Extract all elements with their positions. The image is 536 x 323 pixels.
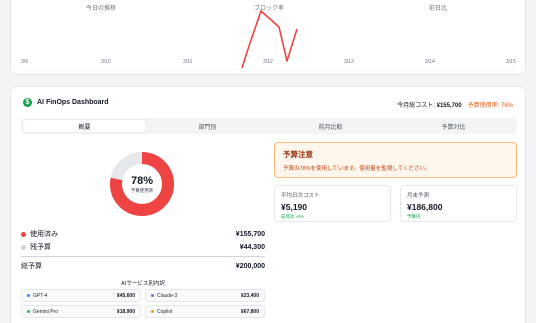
alert-message: 予算の78%を使用しています。使用量を監視してください。 xyxy=(283,166,431,172)
service-value: ¥45,600 xyxy=(116,292,135,299)
month-end-forecast-card: 月末予測 ¥186,800 予算内 xyxy=(400,185,517,222)
stat-sub: 前月比 -8% xyxy=(281,214,304,219)
trend-chart-card: 今日の推移 ブロック率 前日比 3/9 3/10 3/11 3/12 3/13 … xyxy=(10,0,526,75)
divider xyxy=(21,256,265,257)
budget-donut: 78% 予算使用率 xyxy=(108,150,176,218)
tab-bar: 概要 部門別 前月比較 予算対比 xyxy=(21,118,517,134)
service-card[interactable]: Gemini Pro ¥18,900 xyxy=(21,305,141,318)
tab-department[interactable]: 部門別 xyxy=(146,120,269,132)
remaining-value: ¥44,300 xyxy=(239,243,265,251)
chart-label-block-rate: ブロック率 xyxy=(254,6,285,12)
header-summary: 今月総コスト: ¥155,700 予算使用率: 78% xyxy=(397,100,513,109)
service-dot-icon xyxy=(151,310,154,313)
total-row: 総予算 ¥200,000 xyxy=(21,261,265,271)
tab-month-compare[interactable]: 前月比較 xyxy=(269,120,392,132)
avg-daily-cost-card: 平均日次コスト ¥5,190 前月比 -8% xyxy=(274,185,391,222)
stat-label: 月末予測 xyxy=(407,193,430,199)
x-tick: 3/12 xyxy=(263,59,273,65)
stat-label: 平均日次コスト xyxy=(281,193,320,199)
service-card[interactable]: Copilot ¥67,800 xyxy=(145,305,265,318)
stat-sub: 予算内 xyxy=(407,214,421,219)
monthly-cost-value: ¥155,700 xyxy=(436,103,462,109)
tab-overview[interactable]: 概要 xyxy=(23,120,146,132)
dashboard-title: AI FinOps Dashboard xyxy=(37,99,109,106)
used-dot-icon xyxy=(21,231,26,237)
service-dot-icon xyxy=(151,294,154,297)
service-name: Copilot xyxy=(157,308,173,315)
service-dot-icon xyxy=(27,310,30,313)
used-value: ¥155,700 xyxy=(235,230,265,238)
remaining-dot-icon xyxy=(21,244,26,250)
service-breakdown-title: AIサービス別内訳 xyxy=(121,281,165,287)
service-name: Claude-3 xyxy=(157,292,178,299)
total-label: 総予算 xyxy=(21,263,42,270)
budget-alert: 予算注意 予算の78%を使用しています。使用量を監視してください。 xyxy=(274,142,517,178)
alert-title: 予算注意 xyxy=(283,150,313,159)
x-tick: 3/14 xyxy=(425,59,435,65)
tab-budget-compare[interactable]: 予算対比 xyxy=(392,120,515,132)
service-name: GPT-4 xyxy=(33,292,48,299)
service-name: Gemini Pro xyxy=(33,308,59,315)
x-tick: 3/13 xyxy=(344,59,354,65)
dashboard-header: $ AI FinOps Dashboard xyxy=(23,98,109,107)
service-value: ¥23,400 xyxy=(240,292,259,299)
finops-dashboard-card: $ AI FinOps Dashboard 今月総コスト: ¥155,700 予… xyxy=(10,86,526,323)
x-tick: 3/10 xyxy=(101,59,111,65)
monthly-cost: 今月総コスト: ¥155,700 xyxy=(397,100,461,109)
x-tick: 3/9 xyxy=(21,59,28,65)
service-card[interactable]: Claude-3 ¥23,400 xyxy=(145,289,265,302)
monthly-cost-label: 今月総コスト: xyxy=(397,103,435,109)
dollar-icon: $ xyxy=(23,98,32,107)
donut-subtitle: 予算使用率 xyxy=(130,187,154,193)
remaining-label: 残予算 xyxy=(30,244,51,251)
x-tick: 3/15 xyxy=(506,59,516,65)
service-dot-icon xyxy=(27,294,30,297)
service-card[interactable]: GPT-4 ¥45,600 xyxy=(21,289,141,302)
budget-usage-label: 予算使用率: 78% xyxy=(467,103,513,109)
used-label: 使用済み xyxy=(30,231,58,238)
donut-percent: 78% xyxy=(130,174,154,187)
stat-value: ¥5,190 xyxy=(281,202,307,212)
total-value: ¥200,000 xyxy=(235,262,265,270)
service-value: ¥67,800 xyxy=(240,308,259,315)
chart-label-trend: 今日の推移 xyxy=(86,6,117,12)
used-row: 使用済み ¥155,700 xyxy=(21,229,265,239)
x-tick: 3/11 xyxy=(183,59,193,65)
service-value: ¥18,900 xyxy=(116,308,135,315)
chart-label-prev-day: 前日比 xyxy=(429,6,448,12)
stat-value: ¥186,800 xyxy=(407,202,443,212)
remaining-row: 残予算 ¥44,300 xyxy=(21,242,265,252)
